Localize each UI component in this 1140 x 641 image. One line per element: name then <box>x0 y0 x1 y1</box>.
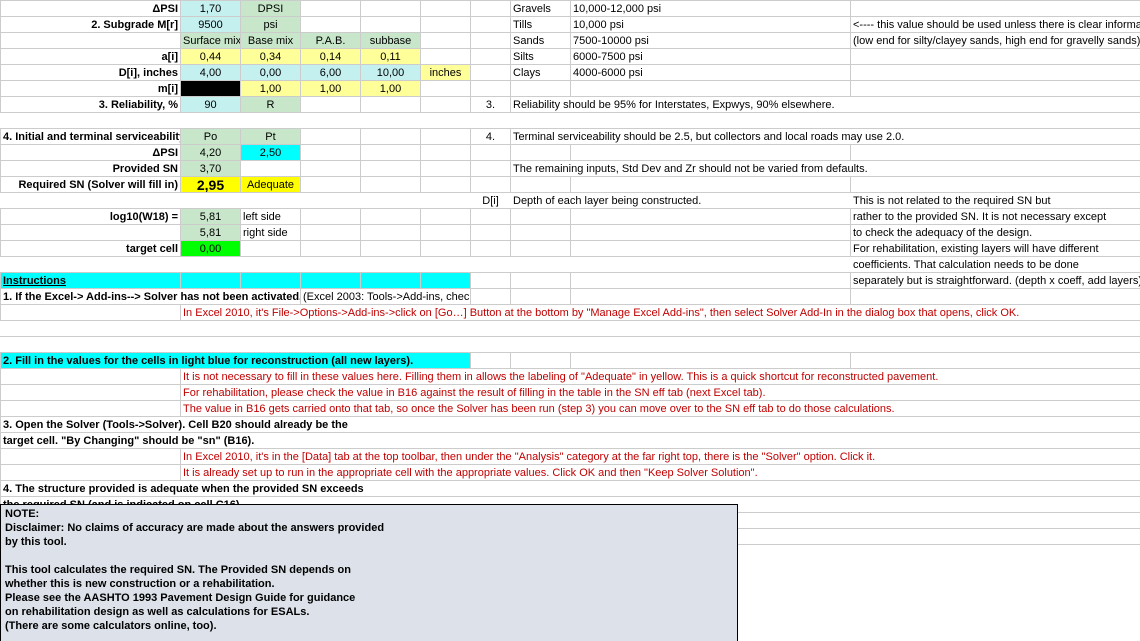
label-log10: log10(W18) = <box>1 209 181 225</box>
cell-d3[interactable]: 10,00 <box>361 65 421 81</box>
cell-dpsi[interactable]: 1,70 <box>181 1 241 17</box>
hdr-surf: Surface mix <box>181 33 241 49</box>
cell-d1[interactable]: 0,00 <box>241 65 301 81</box>
lbl-left: left side <box>241 209 301 225</box>
lbl-Di: D[i] <box>471 193 511 209</box>
cell-logR: 5,81 <box>181 225 241 241</box>
txt-Di: Depth of each layer being constructed. <box>511 193 851 209</box>
di-n5: coefficients. That calculation needs to … <box>851 257 1140 273</box>
instr-3r2: It is already set up to run in the appro… <box>181 465 1140 481</box>
label-reliability: 3. Reliability, % <box>1 97 181 113</box>
label-dpsi: ΔPSI <box>1 1 181 17</box>
hdr-subb: subbase <box>361 33 421 49</box>
instr-2a: It is not necessary to fill in these val… <box>181 369 1140 385</box>
note3-text: Reliability should be 95% for Interstate… <box>511 97 1140 113</box>
hdr-psi: psi <box>241 17 301 33</box>
note-sands: (low end for silty/clayey sands, high en… <box>851 33 1140 49</box>
instr-4a: 4. The structure provided is adequate wh… <box>1 481 1140 497</box>
hdr-base: Base mix <box>241 33 301 49</box>
note3-num: 3. <box>471 97 511 113</box>
cell-pt[interactable]: 2,50 <box>241 145 301 161</box>
cell-d0[interactable]: 4,00 <box>181 65 241 81</box>
instr-1: 1. If the Excel-> Add-ins--> Solver has … <box>1 289 301 305</box>
cell-a1[interactable]: 0,34 <box>241 49 301 65</box>
instructions-header: Instructions <box>1 273 181 289</box>
label-target: target cell <box>1 241 181 257</box>
label-di: D[i], inches <box>1 65 181 81</box>
instr-3a: 3. Open the Solver (Tools->Solver). Cell… <box>1 417 1140 433</box>
val-gravels: 10,000-12,000 psi <box>571 1 851 17</box>
val-clays: 4000-6000 psi <box>571 65 851 81</box>
label-dpsi2: ΔPSI <box>1 145 181 161</box>
di-n1: This is not related to the required SN b… <box>851 193 1140 209</box>
cell-a2[interactable]: 0,14 <box>301 49 361 65</box>
cell-provsn[interactable]: 3,70 <box>181 161 241 177</box>
hdr-Po: Po <box>181 129 241 145</box>
lbl-clays: Clays <box>511 65 571 81</box>
cell-m1[interactable]: 1,00 <box>241 81 301 97</box>
cell-m3[interactable]: 1,00 <box>361 81 421 97</box>
instr-1p: (Excel 2003: Tools->Add-ins, check the S… <box>301 289 471 305</box>
cell-m2[interactable]: 1,00 <box>301 81 361 97</box>
cell-d2[interactable]: 6,00 <box>301 65 361 81</box>
val-tills: 10,000 psi <box>571 17 851 33</box>
label-ai: a[i] <box>1 49 181 65</box>
lbl-tills: Tills <box>511 17 571 33</box>
lbl-sands: Sands <box>511 33 571 49</box>
cell-reqsn[interactable]: 2,95 <box>181 177 241 193</box>
instr-2b: For rehabilitation, please check the val… <box>181 385 1140 401</box>
note-box: NOTE: Disclaimer: No claims of accuracy … <box>0 504 738 641</box>
instr-2c: The value in B16 gets carried onto that … <box>181 401 1140 417</box>
spreadsheet-viewport: ΔPSI 1,70 DPSI Gravels 10,000-12,000 psi… <box>0 0 1140 641</box>
cell-rel[interactable]: 90 <box>181 97 241 113</box>
hdr-dpsi: DPSI <box>241 1 301 17</box>
cell-logL: 5,81 <box>181 209 241 225</box>
hdr-Pt: Pt <box>241 129 301 145</box>
label-sect4: 4. Initial and terminal serviceability <box>1 129 181 145</box>
note4-text: Terminal serviceability should be 2.5, b… <box>511 129 1140 145</box>
lbl-silts: Silts <box>511 49 571 65</box>
cell-po[interactable]: 4,20 <box>181 145 241 161</box>
cell-target[interactable]: 0,00 <box>181 241 241 257</box>
label-reqsn: Required SN (Solver will fill in) <box>1 177 181 193</box>
label-subgrade: 2. Subgrade M[r] <box>1 17 181 33</box>
instr-3b: target cell. "By Changing" should be "sn… <box>1 433 1140 449</box>
di-n3: to check the adequacy of the design. <box>851 225 1140 241</box>
worksheet-grid[interactable]: ΔPSI 1,70 DPSI Gravels 10,000-12,000 psi… <box>0 0 1140 545</box>
lbl-right: right side <box>241 225 301 241</box>
label-mi: m[i] <box>1 81 181 97</box>
instr-2: 2. Fill in the values for the cells in l… <box>1 353 471 369</box>
instr-3r1: In Excel 2010, it's in the [Data] tab at… <box>181 449 1140 465</box>
hdr-pab: P.A.B. <box>301 33 361 49</box>
cell-m0 <box>181 81 241 97</box>
note-remaining: The remaining inputs, Std Dev and Zr sho… <box>511 161 1140 177</box>
cell-adequate: Adequate <box>241 177 301 193</box>
instr-1r: In Excel 2010, it's File->Options->Add-i… <box>181 305 1140 321</box>
cell-a3[interactable]: 0,11 <box>361 49 421 65</box>
label-provsn: Provided SN <box>1 161 181 177</box>
di-n6: separately but is straightforward. (dept… <box>851 273 1140 289</box>
note-tills: <---- this value should be used unless t… <box>851 17 1140 33</box>
cell-a0[interactable]: 0,44 <box>181 49 241 65</box>
note4-num: 4. <box>471 129 511 145</box>
val-sands: 7500-10000 psi <box>571 33 851 49</box>
val-silts: 6000-7500 psi <box>571 49 851 65</box>
cell-mr[interactable]: 9500 <box>181 17 241 33</box>
di-n2: rather to the provided SN. It is not nec… <box>851 209 1140 225</box>
hdr-inches: inches <box>421 65 471 81</box>
lbl-gravels: Gravels <box>511 1 571 17</box>
di-n4: For rehabilitation, existing layers will… <box>851 241 1140 257</box>
hdr-R: R <box>241 97 301 113</box>
